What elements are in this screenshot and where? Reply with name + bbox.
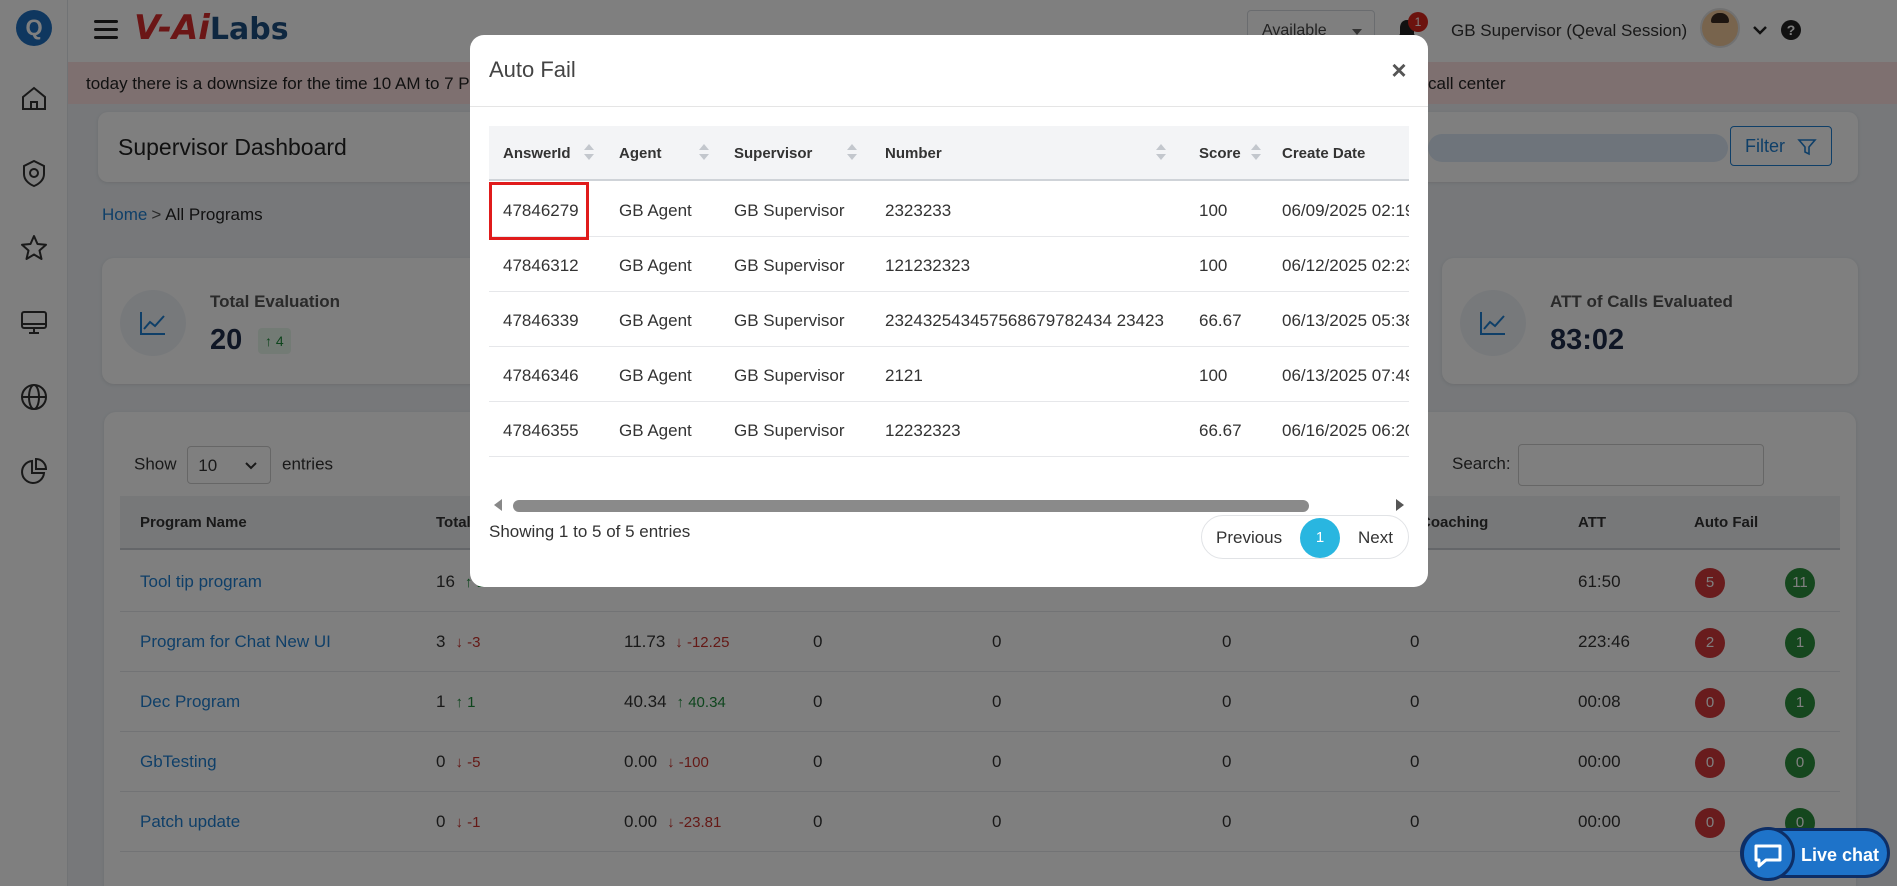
answer-id-cell[interactable]: 47846346 bbox=[503, 366, 579, 386]
answer-id-cell[interactable]: 47846339 bbox=[503, 311, 579, 331]
score-cell: 66.67 bbox=[1199, 311, 1242, 330]
number-cell: 2121 bbox=[885, 366, 923, 385]
answer-id-cell[interactable]: 47846312 bbox=[503, 256, 579, 276]
score-cell: 66.67 bbox=[1199, 421, 1242, 440]
previous-button[interactable]: Previous bbox=[1216, 528, 1282, 548]
table-row[interactable]: 47846312 GB Agent GB Supervisor 121232323 10… bbox=[489, 237, 1409, 292]
supervisor-cell: GB Supervisor bbox=[734, 366, 845, 385]
auto-fail-table: AnswerId Agent Supervisor Number Score C… bbox=[489, 126, 1409, 500]
column-header-supervisor[interactable]: Supervisor bbox=[734, 145, 812, 162]
table-row[interactable]: 47846279 GB Agent GB Supervisor 2323233 100 0… bbox=[489, 182, 1409, 237]
modal-title: Auto Fail bbox=[489, 57, 576, 82]
number-cell: 232432543457568679782434 23423 bbox=[885, 311, 1164, 330]
sort-icon[interactable] bbox=[1251, 142, 1261, 162]
number-cell: 12232323 bbox=[885, 421, 961, 440]
sort-icon[interactable] bbox=[1156, 142, 1166, 162]
create-date-cell: 06/16/2025 06:20 bbox=[1282, 421, 1409, 440]
column-header-agent[interactable]: Agent bbox=[619, 145, 662, 162]
score-cell: 100 bbox=[1199, 256, 1228, 275]
sort-icon[interactable] bbox=[847, 142, 857, 162]
supervisor-cell: GB Supervisor bbox=[734, 201, 845, 220]
table-row[interactable]: 47846346 GB Agent GB Supervisor 2121 100 06/1… bbox=[489, 347, 1409, 402]
close-icon[interactable]: × bbox=[1384, 55, 1414, 85]
create-date-cell: 06/13/2025 07:49 bbox=[1282, 366, 1409, 385]
supervisor-cell: GB Supervisor bbox=[734, 256, 845, 275]
column-header-score[interactable]: Score bbox=[1199, 145, 1241, 162]
scroll-right-icon[interactable] bbox=[1396, 499, 1404, 511]
number-cell: 2323233 bbox=[885, 201, 952, 220]
table-row[interactable]: 47846355 GB Agent GB Supervisor 12232323 66.… bbox=[489, 402, 1409, 457]
agent-cell: GB Agent bbox=[619, 256, 692, 275]
score-cell: 100 bbox=[1199, 201, 1228, 220]
chat-bubble-icon bbox=[1741, 827, 1795, 881]
agent-cell: GB Agent bbox=[619, 311, 692, 330]
highlight-box bbox=[489, 182, 589, 240]
table-row[interactable]: 47846339 GB Agent GB Supervisor 23243254345… bbox=[489, 292, 1409, 347]
pagination: Previous 1 Next bbox=[1201, 515, 1409, 559]
showing-entries-text: Showing 1 to 5 of 5 entries bbox=[489, 522, 691, 541]
supervisor-cell: GB Supervisor bbox=[734, 311, 845, 330]
live-chat-button[interactable]: Live chat bbox=[1740, 827, 1890, 881]
create-date-cell: 06/09/2025 02:19 bbox=[1282, 201, 1409, 220]
column-header-create-date[interactable]: Create Date bbox=[1282, 145, 1365, 162]
sort-icon[interactable] bbox=[584, 142, 594, 162]
score-cell: 100 bbox=[1199, 366, 1228, 385]
modal-header: Auto Fail × bbox=[470, 35, 1428, 107]
next-button[interactable]: Next bbox=[1358, 528, 1393, 548]
sort-icon[interactable] bbox=[699, 142, 709, 162]
number-cell: 121232323 bbox=[885, 256, 971, 275]
auto-fail-modal: Auto Fail × AnswerId Agent Supervisor Nu… bbox=[470, 35, 1428, 587]
horizontal-scrollbar[interactable] bbox=[489, 496, 1409, 514]
supervisor-cell: GB Supervisor bbox=[734, 421, 845, 440]
column-header-answerid[interactable]: AnswerId bbox=[503, 145, 571, 162]
agent-cell: GB Agent bbox=[619, 201, 692, 220]
answer-id-cell[interactable]: 47846355 bbox=[503, 421, 579, 441]
scrollbar-thumb[interactable] bbox=[513, 500, 1309, 512]
scroll-left-icon[interactable] bbox=[494, 499, 502, 511]
table-header: AnswerId Agent Supervisor Number Score C… bbox=[489, 126, 1409, 181]
page-1-button[interactable]: 1 bbox=[1300, 518, 1340, 558]
agent-cell: GB Agent bbox=[619, 421, 692, 440]
create-date-cell: 06/13/2025 05:38 bbox=[1282, 311, 1409, 330]
create-date-cell: 06/12/2025 02:23 bbox=[1282, 256, 1409, 275]
agent-cell: GB Agent bbox=[619, 366, 692, 385]
column-header-number[interactable]: Number bbox=[885, 145, 942, 162]
